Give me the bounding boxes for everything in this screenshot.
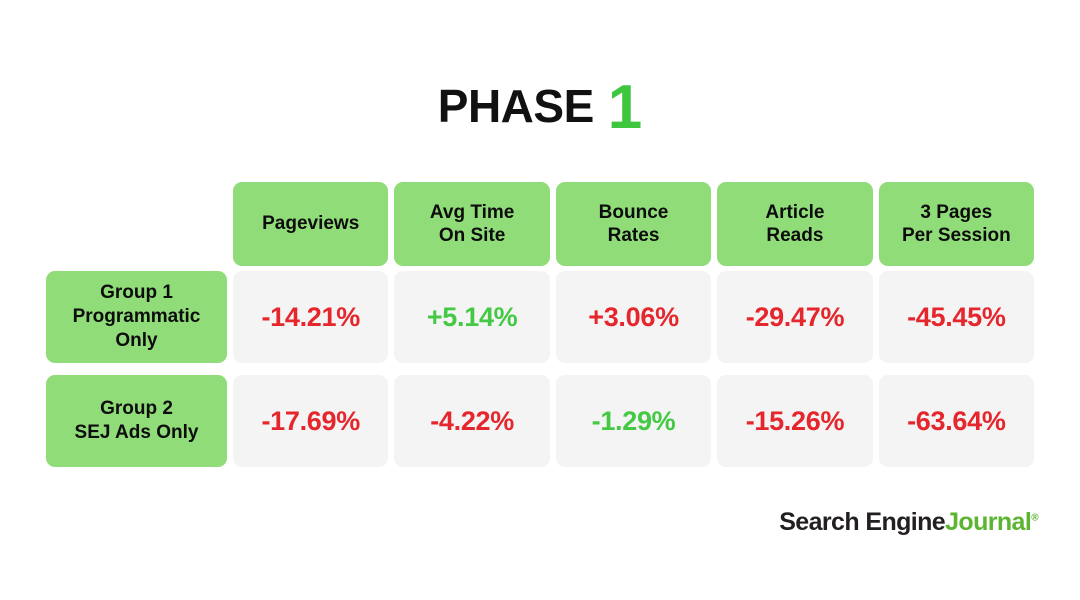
row-cells: -17.69% -4.22% -1.29% -15.26% -63.64%	[233, 375, 1035, 467]
metrics-table: Pageviews Avg Time On Site Bounce Rates Ar…	[46, 182, 1035, 479]
cell-group1-pageviews: -14.21%	[233, 271, 389, 363]
logo-text-accent: Journal	[945, 508, 1032, 536]
cell-group1-article-reads: -29.47%	[717, 271, 873, 363]
row-cells: -14.21% +5.14% +3.06% -29.47% -45.45%	[233, 271, 1035, 363]
search-engine-journal-logo: Search EngineJournal®	[779, 508, 1038, 537]
row-label-line1: Group 1	[100, 282, 173, 304]
page-title-number: 1	[607, 73, 643, 142]
row-label-line1: Group 2	[100, 398, 173, 420]
column-header-label-line2: Reads	[766, 225, 824, 246]
cell-group2-3-pages-per-session: -63.64%	[878, 375, 1035, 467]
column-header-3-pages-per-session: 3 Pages Per Session	[878, 182, 1035, 266]
page-title-phase: PHASE	[437, 80, 594, 132]
column-header-article-reads: Article Reads	[717, 182, 873, 266]
cell-group1-bounce-rates: +3.06%	[555, 271, 712, 363]
registered-trademark-icon: ®	[1031, 512, 1038, 524]
cell-group2-avg-time-on-site: -4.22%	[394, 375, 550, 467]
cell-group2-bounce-rates: -1.29%	[555, 375, 712, 467]
logo-text-primary: Search Engine	[779, 508, 946, 536]
column-header-label-line2: On Site	[438, 225, 506, 246]
table-row: Group 2 SEJ Ads Only -17.69% -4.22% -1.29…	[46, 375, 1035, 467]
row-label-line2: SEJ Ads Only	[74, 422, 199, 443]
column-header-bounce-rates: Bounce Rates	[555, 182, 712, 266]
column-header-label-line1: 3 Pages	[920, 201, 993, 223]
row-label-line2: Programmatic	[72, 306, 201, 328]
cell-group1-3-pages-per-session: -45.45%	[878, 271, 1035, 363]
column-header-avg-time-on-site: Avg Time On Site	[394, 182, 550, 266]
table-row: Group 1 Programmatic Only -14.21% +5.14% +…	[46, 271, 1035, 363]
row-label-group-2: Group 2 SEJ Ads Only	[46, 375, 227, 467]
cell-group2-article-reads: -15.26%	[717, 375, 873, 467]
cell-group2-pageviews: -17.69%	[233, 375, 389, 467]
cell-group1-avg-time-on-site: +5.14%	[394, 271, 550, 363]
page-title: PHASE 1	[0, 66, 1080, 142]
column-header-label-line2: Per Session	[901, 225, 1011, 246]
table-corner-cell	[46, 182, 227, 266]
table-header-row: Pageviews Avg Time On Site Bounce Rates Ar…	[46, 182, 1035, 266]
row-label-line3: Only	[115, 329, 158, 351]
column-header-label-line1: Bounce	[598, 201, 669, 223]
header-cells: Pageviews Avg Time On Site Bounce Rates Ar…	[233, 182, 1035, 266]
column-header-label-line2: Rates	[607, 225, 660, 246]
column-header-label-line1: Avg Time	[429, 201, 515, 223]
column-header-label-line1: Article	[765, 201, 825, 223]
row-label-group-1: Group 1 Programmatic Only	[46, 271, 227, 363]
column-header-pageviews: Pageviews	[233, 182, 389, 266]
column-header-label: Pageviews	[262, 213, 360, 235]
